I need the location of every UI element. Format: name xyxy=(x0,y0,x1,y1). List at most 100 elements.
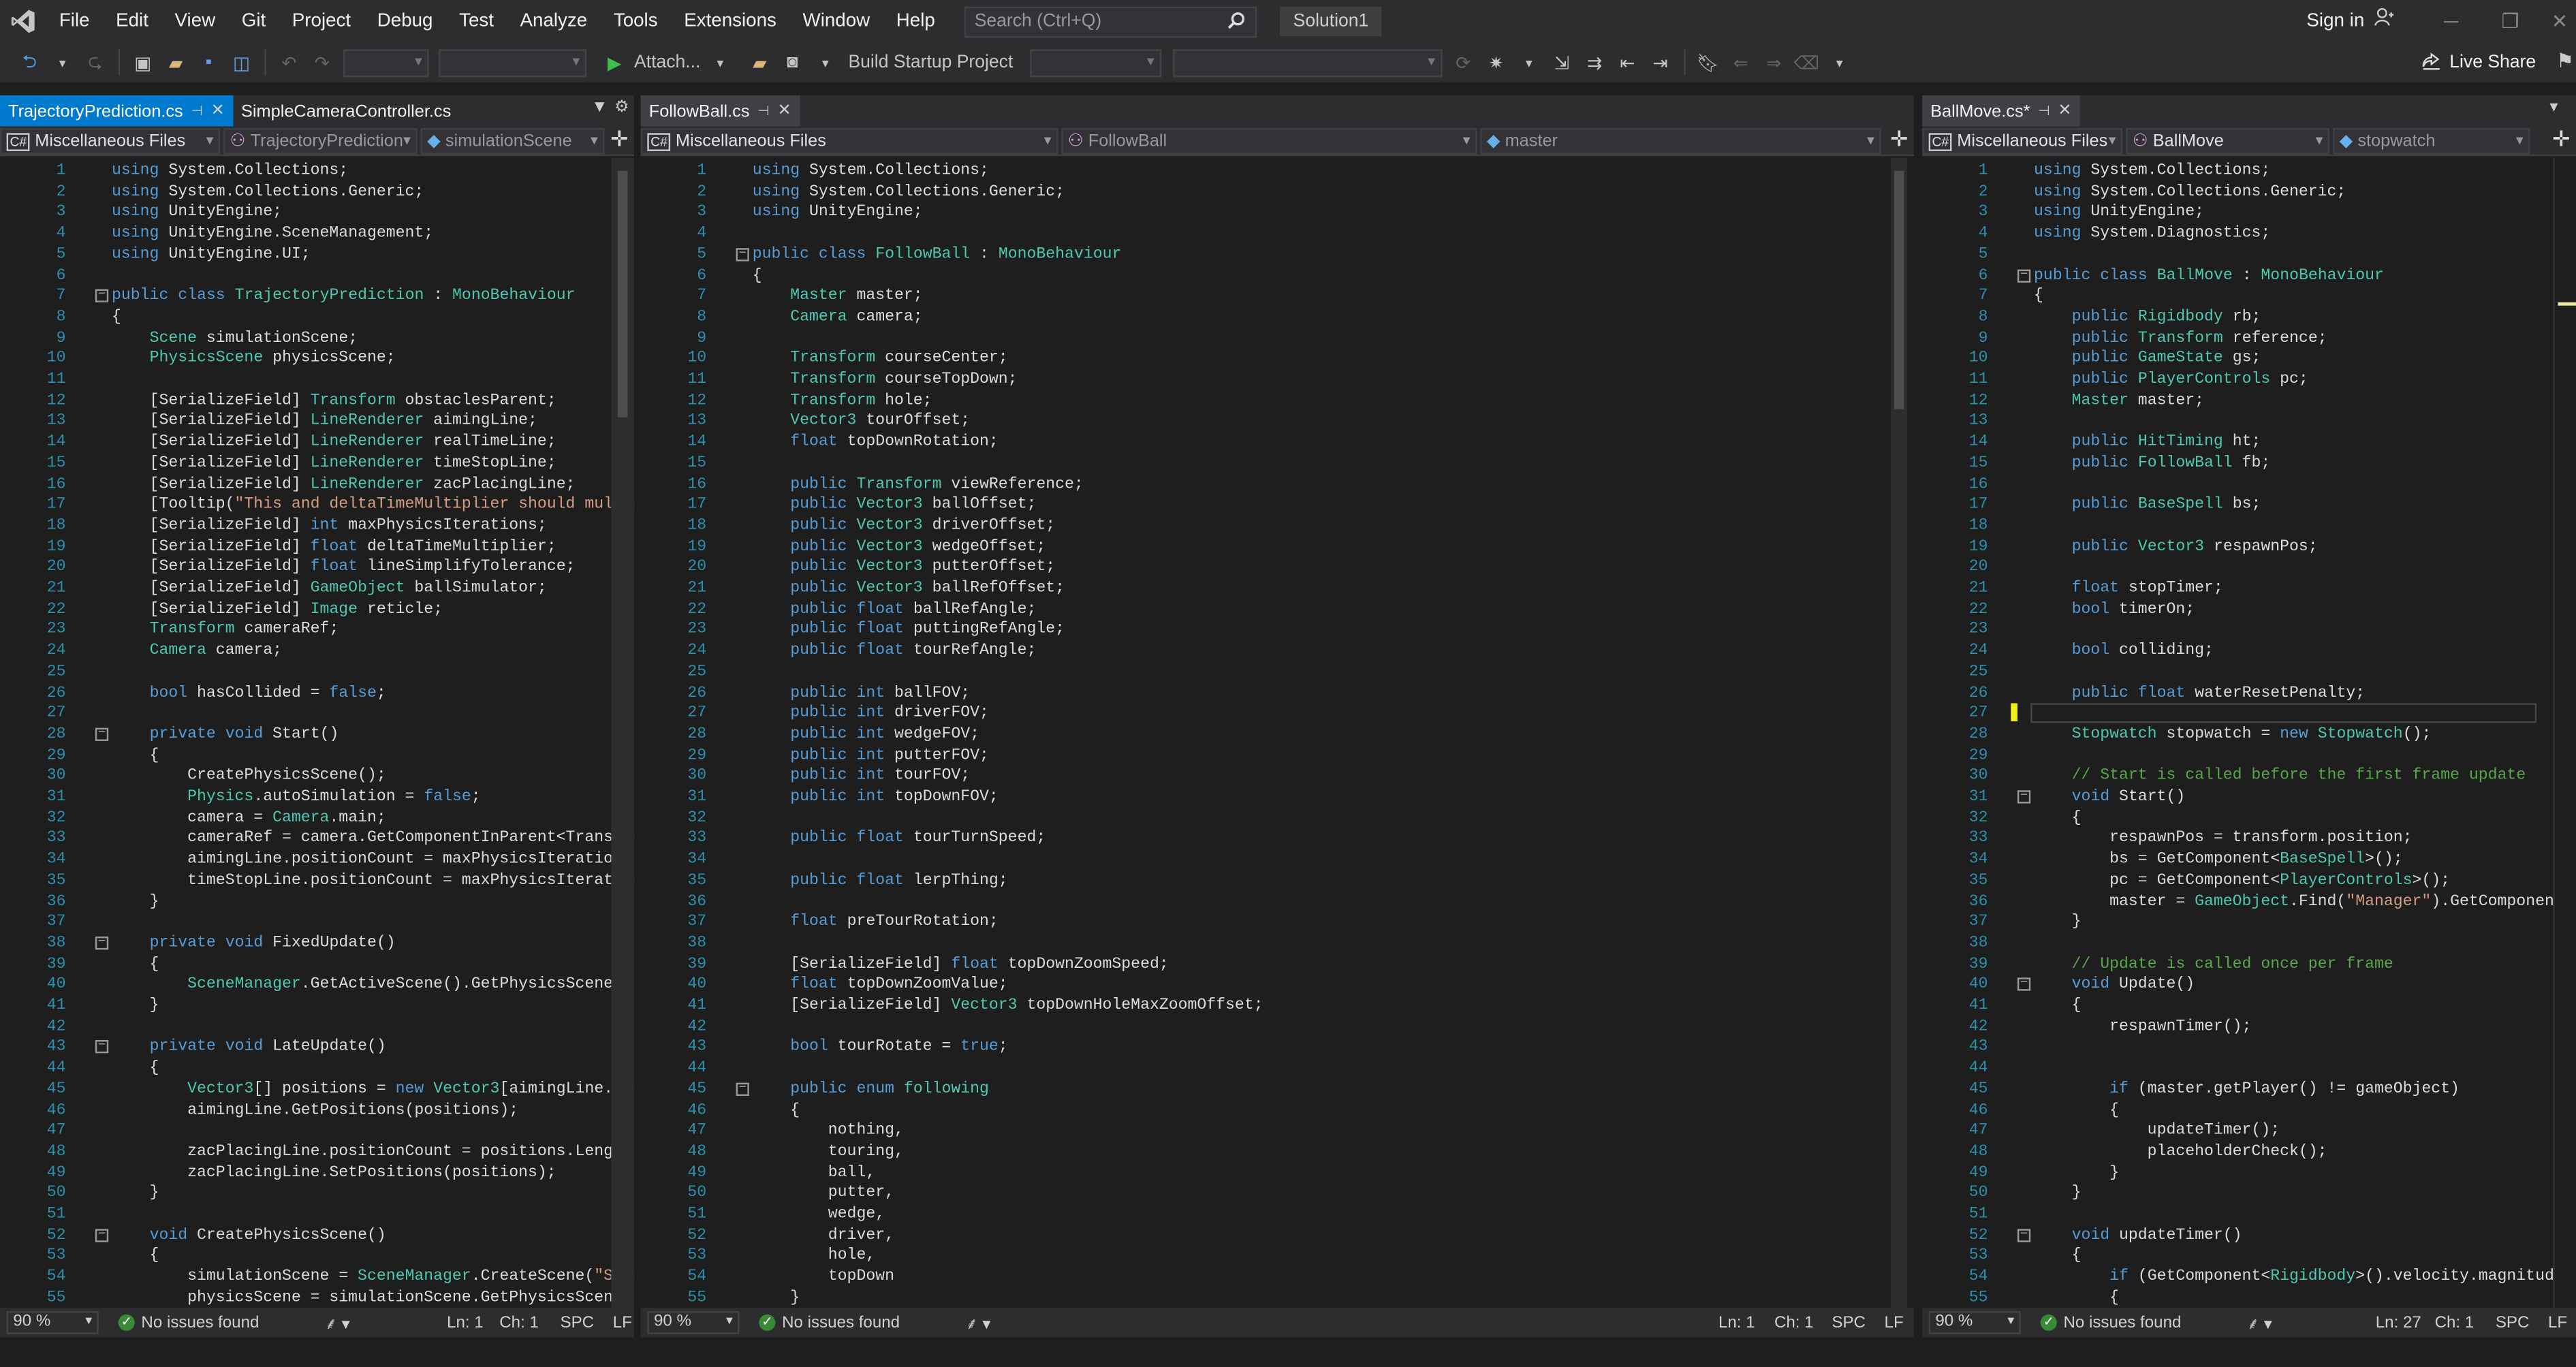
code-line[interactable]: 17 public BaseSpell bs; xyxy=(1922,495,2576,516)
code-line[interactable]: 16 xyxy=(1922,474,2576,495)
code-line[interactable]: 55 } xyxy=(641,1288,1914,1308)
split-view-icon[interactable]: ✛ xyxy=(2549,127,2573,153)
code-line[interactable]: 8{ xyxy=(0,307,634,328)
code-line[interactable]: 26 public float waterResetPenalty; xyxy=(1922,682,2576,704)
configuration-dropdown[interactable] xyxy=(343,48,429,77)
code-line[interactable]: 2 using System.Collections.Generic; xyxy=(641,182,1914,203)
type-dropdown[interactable]: ⚇ FollowBall ▾ xyxy=(1061,128,1477,155)
brush-icon[interactable]: ⸙ ▾ xyxy=(2247,1311,2272,1334)
code-line[interactable]: 49 ball, xyxy=(641,1163,1914,1184)
code-line[interactable]: 20 xyxy=(1922,557,2576,578)
code-line[interactable]: 43 − private void LateUpdate() xyxy=(0,1037,634,1058)
code-editor[interactable]: 1 using System.Collections; 2 using System.… xyxy=(0,157,635,1308)
zoom-dropdown[interactable]: 90 % xyxy=(647,1310,740,1334)
scrollbar-thumb[interactable] xyxy=(617,170,628,418)
code-line[interactable]: 33 public float tourTurnSpeed; xyxy=(641,829,1914,850)
code-line[interactable]: 34 bs = GetComponent<BaseSpell>(); xyxy=(1922,849,2576,870)
code-line[interactable]: 33 respawnPos = transform.position; xyxy=(1922,829,2576,850)
settings-gear-icon[interactable]: ✷ xyxy=(1483,46,1509,79)
member-dropdown[interactable]: ◆ master ▾ xyxy=(1480,128,1881,155)
toolbar-options-icon[interactable]: ▾ xyxy=(1826,46,1853,79)
code-line[interactable]: 41 { xyxy=(1922,996,2576,1017)
code-line[interactable]: 18 public Vector3 driverOffset; xyxy=(641,516,1914,537)
code-line[interactable]: 28 Stopwatch stopwatch = new Stopwatch()… xyxy=(1922,725,2576,746)
code-line[interactable]: 46 { xyxy=(641,1100,1914,1121)
code-line[interactable]: 7 − public class TrajectoryPrediction : Mo… xyxy=(0,286,634,307)
code-line[interactable]: 19 public Vector3 wedgeOffset; xyxy=(641,537,1914,558)
undo-icon[interactable]: ↶ xyxy=(276,46,302,79)
scrollbar-thumb[interactable] xyxy=(1894,170,1904,409)
code-line[interactable]: 11 xyxy=(0,370,634,391)
code-line[interactable]: 8 public Rigidbody rb; xyxy=(1922,307,2576,328)
code-line[interactable]: 3 using UnityEngine; xyxy=(1922,203,2576,224)
restore-button[interactable]: ❐ xyxy=(2485,0,2534,43)
feedback-icon[interactable]: ⚑ xyxy=(2556,49,2574,72)
code-line[interactable]: 5 xyxy=(1922,245,2576,266)
menu-debug[interactable]: Debug xyxy=(364,0,445,43)
outdent-icon[interactable]: ⇤ xyxy=(1614,46,1641,79)
type-dropdown[interactable]: ⚇ BallMove ▾ xyxy=(2126,128,2330,155)
attach-button[interactable]: Attach... xyxy=(634,46,700,79)
code-line[interactable]: 41 [SerializeField] Vector3 topDownHoleM… xyxy=(641,996,1914,1017)
code-line[interactable]: 10 public GameState gs; xyxy=(1922,349,2576,370)
code-line[interactable]: 38 − private void FixedUpdate() xyxy=(0,933,634,954)
attach-dropdown-icon[interactable]: ▾ xyxy=(707,46,734,79)
vertical-scrollbar[interactable] xyxy=(1891,157,1908,1308)
code-line[interactable]: 9 public Transform reference; xyxy=(1922,328,2576,349)
code-line[interactable]: 14 public HitTiming ht; xyxy=(1922,433,2576,454)
collapse-region-icon[interactable]: − xyxy=(95,1040,109,1054)
collapse-region-icon[interactable]: − xyxy=(2017,789,2031,804)
code-line[interactable]: 27 xyxy=(0,704,634,725)
tab-ball-move[interactable]: BallMove.cs* ⊣ ✕ xyxy=(1922,95,2080,127)
pin-icon[interactable]: ⊣ xyxy=(2039,104,2050,119)
code-line[interactable]: 54 simulationScene = SceneManager.Create… xyxy=(0,1267,634,1288)
code-line[interactable]: 44 { xyxy=(0,1058,634,1080)
menu-edit[interactable]: Edit xyxy=(103,0,161,43)
code-line[interactable]: 50 } xyxy=(1922,1184,2576,1205)
code-line[interactable]: 37 float preTourRotation; xyxy=(641,912,1914,933)
code-line[interactable]: 12 Transform hole; xyxy=(641,390,1914,411)
code-line[interactable]: 25 xyxy=(0,662,634,683)
gear-dropdown-icon[interactable]: ▾ xyxy=(1515,46,1542,79)
split-view-icon[interactable]: ✛ xyxy=(1887,127,1911,153)
whitespace-indicator[interactable]: SPC xyxy=(560,1314,594,1332)
tab-trajectory-prediction[interactable]: TrajectoryPrediction.cs ⊣ ✕ xyxy=(0,95,233,127)
code-line[interactable]: 51 wedge, xyxy=(641,1204,1914,1225)
code-line[interactable]: 21 [SerializeField] GameObject ballSimul… xyxy=(0,578,634,599)
code-line[interactable]: 22 public float ballRefAngle; xyxy=(641,599,1914,620)
minimize-button[interactable]: ─ xyxy=(2427,0,2476,43)
code-line[interactable]: 31 Physics.autoSimulation = false; xyxy=(0,787,634,808)
browser-icon[interactable]: ◙ xyxy=(779,46,806,79)
code-line[interactable]: 42 respawnTimer(); xyxy=(1922,1016,2576,1037)
code-line[interactable]: 37 } xyxy=(1922,912,2576,933)
close-window-button[interactable]: ✕ xyxy=(2543,0,2576,43)
code-line[interactable]: 27 public int driverFOV; xyxy=(641,704,1914,725)
zoom-dropdown[interactable]: 90 % xyxy=(1928,1310,2021,1334)
code-line[interactable]: 16 [SerializeField] LineRenderer zacPlac… xyxy=(0,474,634,495)
code-line[interactable]: 39 [SerializeField] float topDownZoomSpe… xyxy=(641,954,1914,975)
new-project-icon[interactable]: ▣ xyxy=(130,46,157,79)
code-line[interactable]: 39 { xyxy=(0,954,634,975)
code-line[interactable]: 15 public FollowBall fb; xyxy=(1922,453,2576,474)
code-line[interactable]: 29 { xyxy=(0,745,634,766)
code-line[interactable]: 48 zacPlacingLine.positionCount = positi… xyxy=(0,1142,634,1163)
menu-extensions[interactable]: Extensions xyxy=(671,0,789,43)
menu-git[interactable]: Git xyxy=(228,0,279,43)
code-line[interactable]: 13 [SerializeField] LineRenderer aimingL… xyxy=(0,411,634,433)
code-line[interactable]: 22 bool timerOn; xyxy=(1922,599,2576,620)
code-line[interactable]: 32 { xyxy=(1922,808,2576,829)
code-line[interactable]: 23 public float puttingRefAngle; xyxy=(641,620,1914,641)
code-line[interactable]: 9 xyxy=(641,328,1914,349)
code-line[interactable]: 4 using UnityEngine.SceneManagement; xyxy=(0,223,634,245)
code-line[interactable]: 49 } xyxy=(1922,1163,2576,1184)
code-line[interactable]: 23 xyxy=(1922,620,2576,641)
pin-icon[interactable]: ⊣ xyxy=(191,104,203,119)
close-tab-icon[interactable]: ✕ xyxy=(211,102,225,121)
clear-bookmarks-icon[interactable]: ⌫ xyxy=(1793,46,1820,79)
code-line[interactable]: 19 public Vector3 respawnPos; xyxy=(1922,537,2576,558)
code-line[interactable]: 42 xyxy=(641,1016,1914,1037)
code-line[interactable]: 18 xyxy=(1922,516,2576,537)
refresh-icon[interactable]: ⟳ xyxy=(1450,46,1477,79)
code-line[interactable]: 6{ xyxy=(641,266,1914,287)
menu-test[interactable]: Test xyxy=(446,0,507,43)
